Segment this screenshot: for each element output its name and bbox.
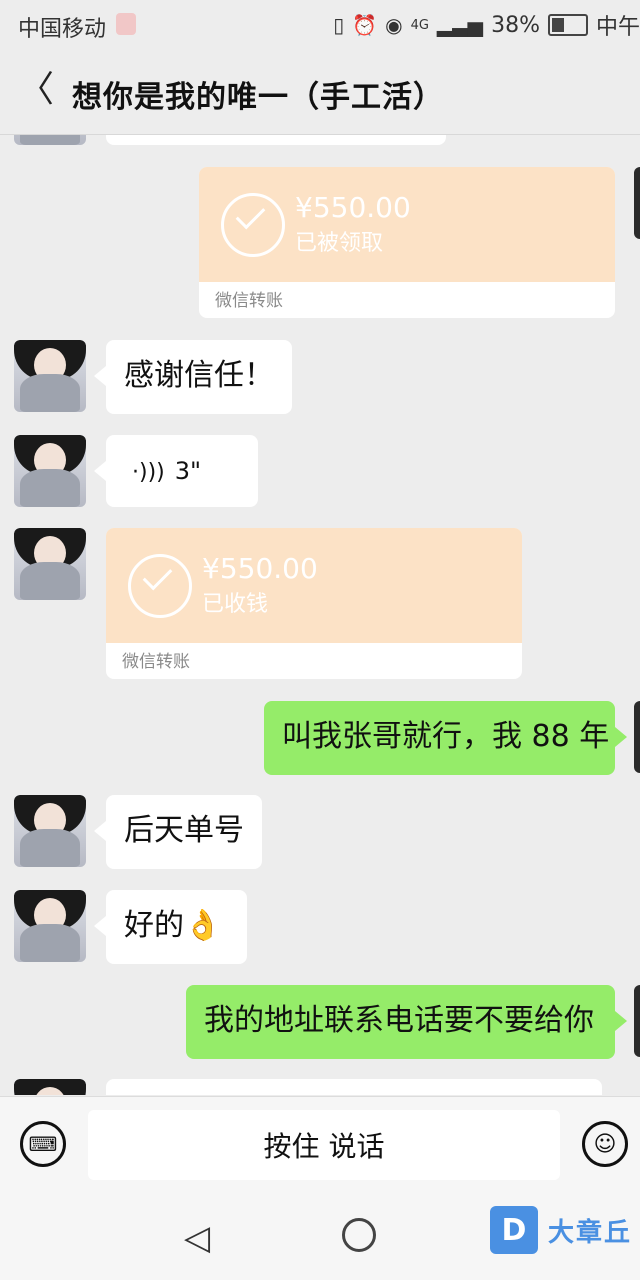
avatar[interactable] bbox=[14, 795, 86, 867]
carrier-name: 中国移动 bbox=[18, 17, 107, 42]
hold-to-talk-button[interactable]: 按住 说话 bbox=[88, 1110, 560, 1180]
avatar[interactable] bbox=[14, 340, 86, 412]
avatar[interactable] bbox=[14, 890, 86, 962]
chat-history[interactable]: ¥550.00 已被领取 微信转账 感谢信任！ ·))) 3" ¥550.00 已… bbox=[0, 135, 640, 1095]
chat-title: 想你是我的唯一（手工活） bbox=[72, 80, 444, 115]
message-bubble-partial[interactable] bbox=[106, 1079, 602, 1095]
battery-percent: 38% bbox=[491, 12, 540, 38]
signal-icon: ▂▃▅ bbox=[436, 13, 484, 37]
watermark: D 大章丘 bbox=[490, 1206, 632, 1254]
transfer-amount: ¥550.00 bbox=[202, 552, 318, 585]
voice-duration: 3" bbox=[174, 457, 202, 485]
transfer-footer: 微信转账 bbox=[122, 652, 190, 672]
avatar[interactable] bbox=[14, 1079, 86, 1095]
transfer-amount: ¥550.00 bbox=[295, 191, 411, 224]
message-bubble-partial[interactable] bbox=[106, 135, 446, 145]
my-avatar[interactable] bbox=[634, 985, 640, 1057]
transfer-card-sent[interactable]: ¥550.00 已被领取 微信转账 bbox=[199, 167, 615, 318]
carrier-icon bbox=[116, 13, 136, 35]
message-bubble[interactable]: 后天单号 bbox=[94, 795, 262, 869]
voice-message[interactable]: ·))) 3" bbox=[94, 435, 258, 507]
transfer-status: 已收钱 bbox=[202, 592, 269, 617]
chat-header: 〈 想你是我的唯一（手工活） bbox=[0, 50, 640, 135]
nav-back-icon[interactable]: ◁ bbox=[184, 1218, 210, 1258]
status-right: ▯ ⏰ ◉ 4G ▂▃▅ 38% 中午 bbox=[333, 9, 640, 41]
watermark-logo: D bbox=[490, 1206, 538, 1254]
message-bubble[interactable]: 感谢信任！ bbox=[94, 340, 292, 414]
avatar[interactable] bbox=[14, 135, 86, 145]
voice-wave-icon: ·))) bbox=[132, 460, 165, 485]
eye-icon: ◉ bbox=[385, 13, 403, 37]
avatar[interactable] bbox=[14, 435, 86, 507]
my-avatar[interactable] bbox=[634, 167, 640, 239]
message-bubble[interactable]: 我的地址联系电话要不要给你 bbox=[186, 985, 627, 1059]
input-bar: ⌨ 按住 说话 ☺ bbox=[0, 1096, 640, 1197]
avatar[interactable] bbox=[14, 528, 86, 600]
status-bar: 中国移动 ▯ ⏰ ◉ 4G ▂▃▅ 38% 中午 bbox=[0, 0, 640, 50]
transfer-status: 已被领取 bbox=[295, 231, 384, 256]
chevron-left-icon[interactable]: 〈 bbox=[18, 70, 54, 110]
alarm-icon: ⏰ bbox=[352, 13, 378, 37]
network-label: 4G bbox=[410, 17, 429, 33]
my-avatar[interactable] bbox=[634, 701, 640, 773]
keyboard-icon[interactable]: ⌨ bbox=[20, 1121, 66, 1167]
emoji-icon[interactable]: ☺ bbox=[582, 1121, 628, 1167]
transfer-footer: 微信转账 bbox=[215, 291, 283, 311]
clock: 中午 bbox=[595, 15, 640, 40]
nav-home-icon[interactable] bbox=[342, 1218, 376, 1252]
message-bubble[interactable]: 叫我张哥就行，我 88 年 bbox=[264, 701, 627, 775]
battery-icon bbox=[547, 14, 588, 36]
message-bubble[interactable]: 好的👌 bbox=[94, 890, 247, 964]
transfer-card-received[interactable]: ¥550.00 已收钱 微信转账 bbox=[106, 528, 522, 679]
watermark-text: 大章丘 bbox=[548, 1217, 633, 1248]
vibrate-icon: ▯ bbox=[333, 13, 345, 37]
